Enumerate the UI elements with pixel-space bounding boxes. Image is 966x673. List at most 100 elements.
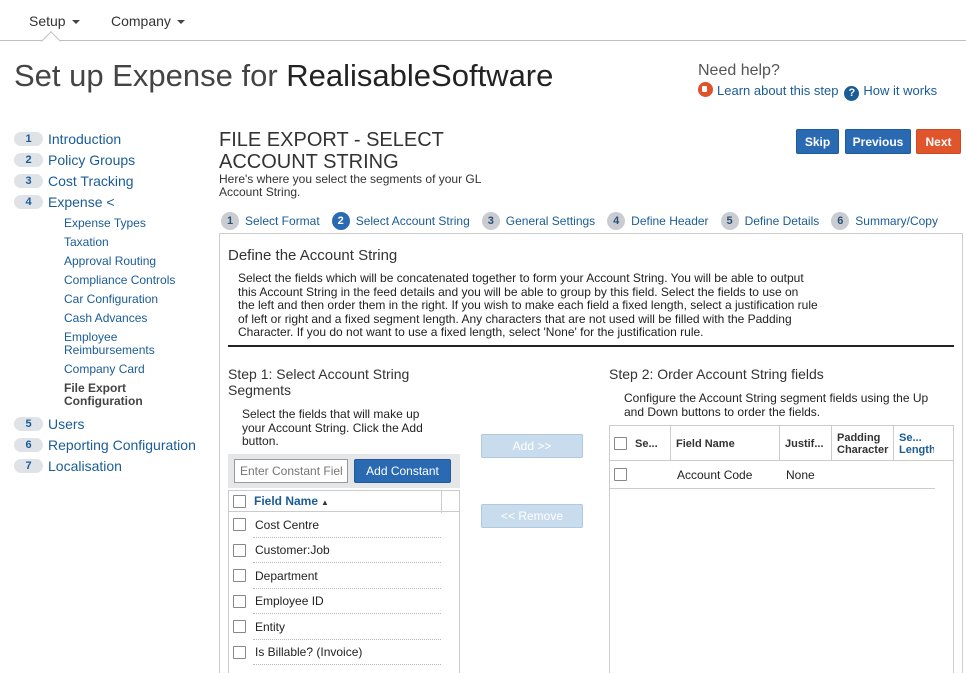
- table-row[interactable]: Customer:Job: [229, 538, 459, 564]
- select-all-checkbox[interactable]: [614, 437, 627, 450]
- help-section: Need help? Learn about this step? How it …: [698, 62, 937, 101]
- wizard-step-number: 6: [831, 212, 850, 230]
- active-menu-pointer: [41, 31, 61, 51]
- wizard-step-general-settings[interactable]: 3 General Settings: [481, 212, 596, 230]
- segment-length-column-header[interactable]: Se... Length: [894, 426, 934, 461]
- select-all-checkbox[interactable]: [233, 494, 246, 508]
- wizard-step-label: General Settings: [505, 214, 596, 228]
- sidebar-subitem-approval-routing[interactable]: Approval Routing: [14, 252, 209, 271]
- skip-button[interactable]: Skip: [796, 129, 839, 154]
- sidebar-subitem-compliance-controls[interactable]: Compliance Controls: [14, 271, 209, 290]
- page-title: Set up Expense for RealisableSoftware: [14, 58, 553, 94]
- setup-menu-label: Setup: [29, 13, 66, 29]
- sidebar-subitem-expense-types[interactable]: Expense Types: [14, 214, 209, 233]
- column-divider: [441, 491, 442, 513]
- sidebar-item-cost-tracking[interactable]: 3 Cost Tracking: [14, 170, 209, 191]
- available-fields-grid: Field Name ▲ Cost Centre Customer:Job Dep…: [228, 490, 460, 673]
- sidebar-subitem-car-configuration[interactable]: Car Configuration: [14, 290, 209, 309]
- field-name-cell: Cost Centre: [255, 517, 320, 532]
- field-name-column-header[interactable]: Field Name ▲: [254, 494, 329, 508]
- table-row[interactable]: Account Code None: [610, 461, 935, 489]
- page-title-prefix: Set up Expense for: [14, 58, 287, 93]
- row-checkbox[interactable]: [233, 594, 246, 608]
- justification-column-header[interactable]: Justif...: [780, 426, 832, 461]
- table-row[interactable]: Department: [229, 563, 459, 589]
- column-header-label: Field Name: [254, 494, 319, 508]
- sidebar-item-reporting-configuration[interactable]: 6 Reporting Configuration: [14, 434, 209, 455]
- how-it-works-link[interactable]: How it works: [863, 83, 937, 98]
- panel-description: Select the fields which will be concaten…: [238, 271, 818, 340]
- padding-character-column-header[interactable]: Padding Character: [832, 426, 894, 461]
- wizard-step-number: 5: [720, 212, 739, 230]
- step-number-badge: 6: [14, 437, 43, 452]
- row-checkbox[interactable]: [233, 645, 246, 659]
- sidebar-subitem-employee-reimbursements[interactable]: Employee Reimbursements: [14, 328, 159, 360]
- table-row[interactable]: Cost Centre: [229, 512, 459, 538]
- table-row[interactable]: Employee ID: [229, 589, 459, 615]
- wizard-step-select-format[interactable]: 1 Select Format: [221, 212, 320, 230]
- field-name-column-header[interactable]: Field Name: [671, 426, 780, 461]
- wizard-step-number: 3: [481, 212, 500, 230]
- step-heading: FILE EXPORT - SELECT ACCOUNT STRING: [219, 129, 444, 173]
- field-name-cell: Is Billable? (Invoice): [255, 645, 363, 660]
- table-row[interactable]: Is Billable? (Invoice): [229, 640, 459, 666]
- row-checkbox[interactable]: [233, 620, 246, 634]
- sidebar-subitem-file-export-configuration: File Export Configuration: [64, 381, 143, 408]
- constant-field-input[interactable]: [234, 459, 348, 483]
- constant-field-toolbar: Add Constant: [228, 454, 460, 488]
- step-number-badge: 7: [14, 458, 43, 473]
- chevron-down-icon: [71, 20, 80, 25]
- table-row[interactable]: Entity: [229, 614, 459, 640]
- sidebar-item-users[interactable]: 5 Users: [14, 413, 209, 434]
- remove-button[interactable]: << Remove: [481, 504, 583, 528]
- question-icon: ?: [844, 86, 860, 101]
- wizard-step-define-header[interactable]: 4 Define Header: [607, 212, 709, 230]
- wizard-step-define-details[interactable]: 5 Define Details: [720, 212, 819, 230]
- wizard-step-select-account-string[interactable]: 2 Select Account String: [331, 212, 470, 230]
- step-number-badge: 4: [14, 194, 43, 209]
- row-checkbox[interactable]: [614, 468, 627, 481]
- row-checkbox[interactable]: [233, 569, 246, 583]
- sidebar-item-label: Policy Groups: [48, 151, 136, 168]
- field-name-cell: Entity: [255, 619, 286, 634]
- add-constant-button[interactable]: Add Constant: [354, 459, 451, 483]
- wizard-step-label: Select Format: [245, 214, 320, 228]
- field-name-cell: Account Code: [677, 467, 753, 482]
- previous-button[interactable]: Previous: [845, 129, 911, 154]
- field-name-cell: Employee ID: [255, 594, 324, 609]
- company-menu[interactable]: Company: [111, 13, 185, 29]
- sequence-column-header[interactable]: Se...: [610, 426, 671, 461]
- sidebar-item-label: Reporting Configuration: [48, 436, 196, 453]
- field-name-cell: Department: [255, 568, 318, 583]
- panel-title: Define the Account String: [228, 247, 398, 264]
- wizard-step-label: Select Account String: [355, 214, 470, 228]
- row-checkbox[interactable]: [233, 543, 246, 557]
- company-name: RealisableSoftware: [286, 58, 554, 93]
- step2-description: Configure the Account String segment fie…: [624, 391, 929, 419]
- chevron-down-icon: [176, 20, 185, 25]
- step2-title: Step 2: Order Account String fields: [609, 366, 824, 382]
- sidebar-subitem-taxation[interactable]: Taxation: [14, 233, 209, 252]
- add-button[interactable]: Add >>: [481, 434, 583, 458]
- wizard-step-label: Summary/Copy: [855, 214, 938, 228]
- step1-description: Select the fields that will make up your…: [242, 407, 423, 448]
- sidebar-item-label: Cost Tracking: [48, 172, 134, 189]
- sidebar-item-localisation[interactable]: 7 Localisation: [14, 455, 209, 476]
- sidebar-item-label: Expense <: [48, 193, 115, 210]
- next-button[interactable]: Next: [916, 129, 961, 154]
- sidebar-item-introduction[interactable]: 1 Introduction: [14, 128, 209, 149]
- grid-header: Field Name ▲: [229, 490, 459, 513]
- setup-sidebar: 1 Introduction 2 Policy Groups 3 Cost Track…: [14, 128, 209, 476]
- sidebar-item-expense[interactable]: 4 Expense <: [14, 191, 209, 212]
- sidebar-subitem-company-card[interactable]: Company Card: [14, 360, 209, 379]
- step-number-badge: 3: [14, 173, 43, 188]
- sidebar-item-policy-groups[interactable]: 2 Policy Groups: [14, 149, 209, 170]
- wizard-step-summary-copy[interactable]: 6 Summary/Copy: [831, 212, 938, 230]
- learn-about-step-link[interactable]: Learn about this step: [717, 83, 838, 98]
- step-number-badge: 1: [14, 131, 43, 146]
- row-checkbox[interactable]: [233, 518, 246, 532]
- top-navigation: Setup Company: [0, 0, 966, 51]
- setup-menu[interactable]: Setup: [29, 13, 80, 29]
- wizard-step-label: Define Header: [631, 214, 709, 228]
- sidebar-subitem-cash-advances[interactable]: Cash Advances: [14, 309, 209, 328]
